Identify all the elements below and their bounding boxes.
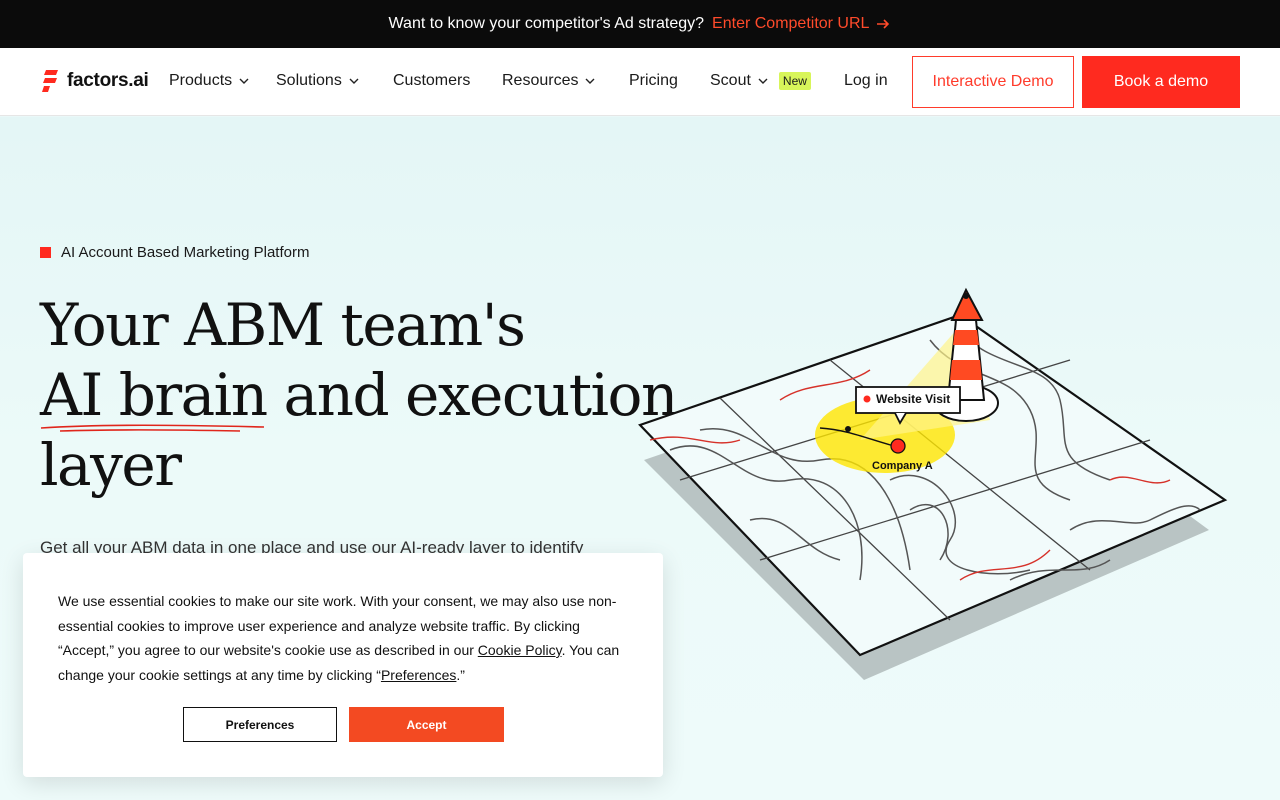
eyebrow-text: AI Account Based Marketing Platform [61,244,310,261]
brand-logo[interactable]: factors.ai [42,68,149,94]
hero-headline: Your ABM team's AI brain and execution l… [40,290,678,500]
accept-button[interactable]: Accept [349,707,504,742]
chevron-down-icon [758,78,768,84]
abm-map-illustration: Website Visit Company A [638,287,1228,680]
nav-scout-label: Scout [710,72,751,89]
nav-resources[interactable]: Resources [502,72,596,90]
preferences-link[interactable]: Preferences [381,667,456,683]
nav-pricing-label: Pricing [629,72,678,89]
cookie-text-3: .” [456,666,465,683]
factors-logo-icon [42,70,58,92]
cookie-consent-banner: We use essential cookies to make our sit… [23,553,663,777]
nav-products-label: Products [169,72,233,89]
book-demo-button[interactable]: Book a demo [1082,56,1240,108]
new-badge: New [778,72,811,90]
chevron-down-icon [239,78,249,84]
red-square-icon [40,247,51,258]
nav-scout[interactable]: Scout New [710,72,811,90]
main-navigation: factors.ai Products Solutions Customers … [0,48,1280,116]
nav-products[interactable]: Products [169,72,250,90]
competitor-url-label: Enter Competitor URL [712,15,870,32]
nav-solutions-label: Solutions [276,72,342,89]
nav-customers-label: Customers [393,72,471,89]
nav-pricing[interactable]: Pricing [629,72,678,90]
chevron-down-icon [585,78,595,84]
cookie-policy-link[interactable]: Cookie Policy [478,642,562,658]
callout-label: Website Visit [876,392,950,406]
headline-line-3: layer [40,431,182,499]
announcement-bar: Want to know your competitor's Ad strate… [0,0,1280,48]
headline-underline-stroke [40,424,265,432]
announcement-text: Want to know your competitor's Ad strate… [388,15,705,32]
arrow-right-icon [877,19,890,29]
preferences-button[interactable]: Preferences [183,707,337,742]
competitor-url-link[interactable]: Enter Competitor URL [712,15,891,33]
hero-eyebrow: AI Account Based Marketing Platform [40,244,309,261]
brand-name: factors.ai [67,70,149,91]
company-marker-label: Company A [872,460,933,472]
cookie-message: We use essential cookies to make our sit… [58,589,633,687]
headline-line-1: Your ABM team's [40,291,526,359]
interactive-demo-button[interactable]: Interactive Demo [912,56,1074,108]
nav-solutions[interactable]: Solutions [276,72,360,90]
chevron-down-icon [349,78,359,84]
nav-resources-label: Resources [502,72,579,89]
nav-customers[interactable]: Customers [393,72,470,90]
login-link[interactable]: Log in [844,72,888,90]
